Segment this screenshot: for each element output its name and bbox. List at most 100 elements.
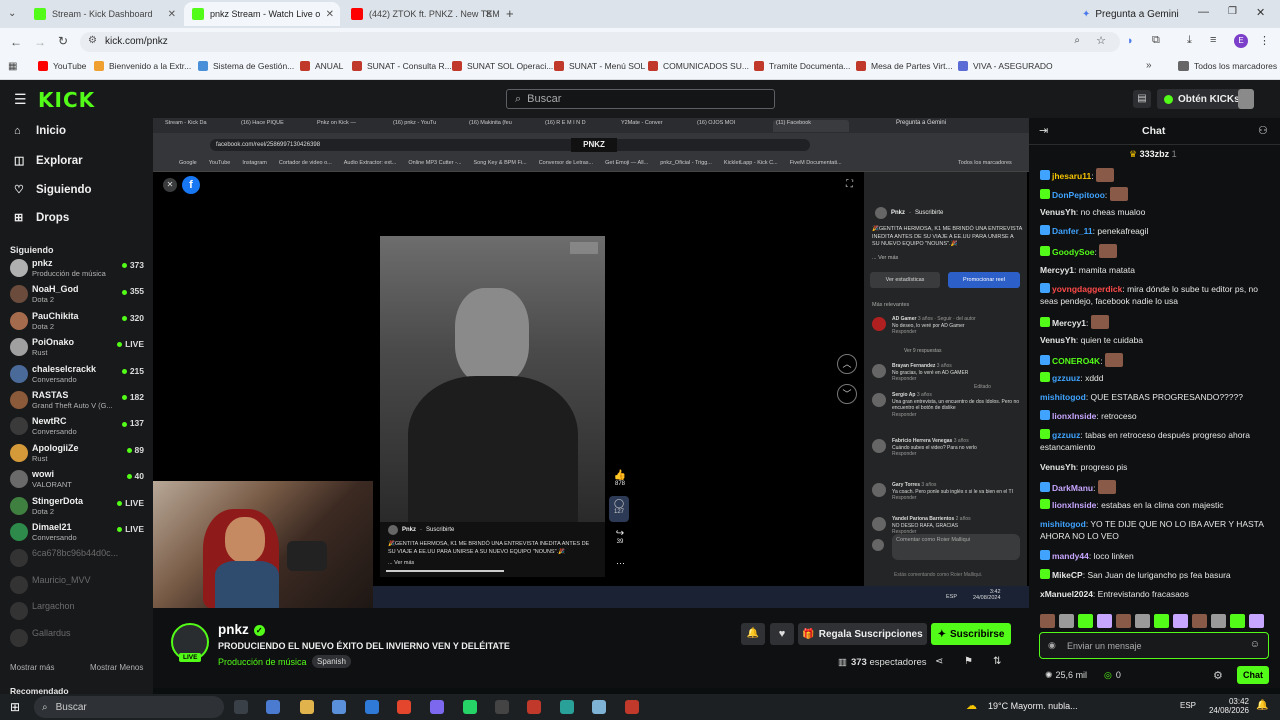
tab-search-icon[interactable]: ⌄ bbox=[8, 8, 16, 19]
following-item[interactable]: RASTAS Grand Theft Auto V (G... 182 bbox=[8, 388, 148, 413]
follow-heart-icon[interactable]: ♥ bbox=[770, 623, 794, 645]
chrome-icon[interactable] bbox=[397, 700, 411, 714]
discord-icon[interactable] bbox=[430, 700, 444, 714]
video-player[interactable]: Stream - Kick Da (16) Hace PIQUE Pnkz on K… bbox=[153, 118, 1029, 608]
chat-username[interactable]: DarkManu bbox=[1052, 483, 1093, 493]
stream-category-link[interactable]: Producción de música bbox=[218, 657, 307, 667]
mail-icon[interactable] bbox=[365, 700, 379, 714]
gift-subs-button[interactable]: 🎁 Regala Suscripciones bbox=[798, 623, 927, 645]
forward-icon[interactable]: → bbox=[34, 35, 46, 49]
kicks-balance[interactable]: ✺ 25,6 mil bbox=[1045, 670, 1087, 681]
following-item[interactable]: PoiOnako Rust LIVE bbox=[8, 335, 148, 360]
app-icon[interactable] bbox=[560, 700, 574, 714]
chat-username[interactable]: MikeCP bbox=[1052, 570, 1083, 580]
whatsapp-icon[interactable] bbox=[463, 700, 477, 714]
library-icon[interactable]: ▤ bbox=[1133, 90, 1151, 108]
download-icon[interactable]: ⤓ bbox=[1187, 34, 1192, 47]
show-more-link[interactable]: Mostrar más bbox=[10, 663, 54, 672]
windows-start-icon[interactable]: ⊞ bbox=[10, 700, 20, 714]
following-item[interactable]: NoaH_God Dota 2 355 bbox=[8, 282, 148, 307]
clock[interactable]: 03:42 24/08/2026 bbox=[1203, 697, 1249, 715]
bookmark-star-icon[interactable]: ☆ bbox=[1096, 34, 1106, 47]
channel-name[interactable]: pnkz ✓ bbox=[218, 622, 265, 637]
apps-grid-icon[interactable]: ▦ bbox=[8, 61, 17, 72]
media-icon[interactable]: ≡ bbox=[1210, 34, 1216, 46]
collapse-chat-icon[interactable]: ⇥ bbox=[1039, 124, 1048, 137]
bookmark-item[interactable]: VIVA - ASEGURADO bbox=[958, 61, 1053, 71]
chat-username[interactable]: mishitogod bbox=[1040, 519, 1086, 529]
reload-icon[interactable]: ↻ bbox=[58, 34, 68, 48]
language-tag[interactable]: Spanish bbox=[312, 655, 351, 668]
show-less-link[interactable]: Mostrar Menos bbox=[90, 663, 143, 672]
chat-username[interactable]: CONERO4K bbox=[1052, 356, 1100, 366]
obs-icon[interactable] bbox=[495, 700, 509, 714]
chat-username[interactable]: jhesaru11 bbox=[1052, 171, 1091, 181]
chat-username[interactable]: lionxInside bbox=[1052, 500, 1096, 510]
hamburger-menu-icon[interactable]: ☰ bbox=[14, 91, 27, 108]
url-field[interactable]: ⚙ kick.com/pnkz ⌕ ☆ bbox=[80, 32, 1120, 52]
audio-icon[interactable]: ◗ bbox=[1127, 35, 1134, 47]
profile-avatar[interactable]: E bbox=[1234, 34, 1248, 48]
following-item[interactable]: wowi VALORANT 40 bbox=[8, 467, 148, 492]
search-input[interactable]: ⌕ Buscar bbox=[506, 89, 775, 109]
chat-username[interactable]: Danfer_11 bbox=[1052, 226, 1093, 236]
bookmark-item[interactable]: Mesa de Partes Virt... bbox=[856, 61, 953, 71]
nav-explore[interactable]: ◫ Explorar bbox=[14, 154, 83, 168]
back-icon[interactable]: ← bbox=[10, 35, 22, 49]
gemini-button[interactable]: ✦ Pregunta a Gemini bbox=[1076, 5, 1185, 23]
bookmark-item[interactable]: Bienvenido a la Extr... bbox=[94, 61, 191, 71]
chat-username[interactable]: VenusYh bbox=[1040, 335, 1076, 345]
bookmark-item[interactable]: Sistema de Gestión... bbox=[198, 61, 294, 71]
tab-youtube[interactable]: (442) ZTOK ft. PNKZ . New TEM ✕ bbox=[343, 2, 499, 26]
channel-points[interactable]: ◎ 0 bbox=[1104, 670, 1121, 681]
app-icon[interactable] bbox=[625, 700, 639, 714]
taskbar-search[interactable]: ⌕ Buscar bbox=[34, 696, 224, 718]
following-item[interactable]: ApologiiZe Rust 89 bbox=[8, 441, 148, 466]
chat-username[interactable]: mishitogod bbox=[1040, 392, 1086, 402]
following-item[interactable]: Gallardus bbox=[8, 626, 148, 651]
file-explorer-icon[interactable] bbox=[300, 700, 314, 714]
weather-widget[interactable]: 19°C Mayorm. nubla... bbox=[988, 701, 1078, 711]
following-item[interactable]: chaleselcrackk Conversando 215 bbox=[8, 362, 148, 387]
send-chat-button[interactable]: Chat bbox=[1237, 666, 1269, 684]
notifications-icon[interactable]: 🔔 bbox=[1256, 700, 1268, 711]
more-bookmarks-icon[interactable]: » bbox=[1146, 60, 1152, 71]
site-info-icon[interactable]: ⚙ bbox=[88, 35, 97, 46]
following-item[interactable]: PauChikita Dota 2 320 bbox=[8, 309, 148, 334]
chat-username[interactable]: Mercyy1 bbox=[1052, 318, 1086, 328]
chat-username[interactable]: lionxInside bbox=[1052, 411, 1096, 421]
chat-username[interactable]: GoodySoe bbox=[1052, 247, 1095, 257]
store-icon[interactable] bbox=[332, 700, 346, 714]
minimize-icon[interactable]: — bbox=[1198, 6, 1209, 18]
restore-icon[interactable]: ❐ bbox=[1228, 6, 1237, 17]
kick-logo[interactable]: KICK bbox=[38, 88, 95, 112]
copilot-icon[interactable] bbox=[266, 700, 280, 714]
zoom-icon[interactable]: ⌕ bbox=[1074, 35, 1080, 46]
chat-username[interactable]: VenusYh bbox=[1040, 207, 1076, 217]
bookmark-item[interactable]: COMUNICADOS SU... bbox=[648, 61, 749, 71]
extensions-icon[interactable]: ⧉ bbox=[1152, 34, 1160, 47]
pinned-gifter[interactable]: ♛ 333zbz 1 bbox=[1129, 149, 1177, 160]
chat-username[interactable]: yovngdaggerdick bbox=[1052, 284, 1122, 294]
nav-drops[interactable]: ⊞ Drops bbox=[14, 211, 69, 225]
settings-sliders-icon[interactable]: ⇅ bbox=[993, 656, 1001, 667]
following-item[interactable]: Largachon bbox=[8, 599, 148, 624]
chat-username[interactable]: Mercyy1 bbox=[1040, 265, 1074, 275]
user-avatar[interactable] bbox=[1238, 89, 1254, 109]
bookmark-item[interactable]: SUNAT - Menú SOL bbox=[554, 61, 645, 71]
bookmark-item[interactable]: SUNAT SOL Operaci... bbox=[452, 61, 553, 71]
nav-following[interactable]: ♡ Siguiendo bbox=[14, 183, 92, 197]
chat-username[interactable]: DonPepitooo bbox=[1052, 190, 1105, 200]
bookmark-item[interactable]: ANUAL bbox=[300, 61, 343, 71]
chat-username[interactable]: VenusYh bbox=[1040, 462, 1076, 472]
new-tab-icon[interactable]: + bbox=[506, 6, 514, 21]
chat-username[interactable]: gzzuuz bbox=[1052, 373, 1080, 383]
app-icon[interactable] bbox=[527, 700, 541, 714]
bookmark-item[interactable]: SUNAT - Consulta R... bbox=[352, 61, 452, 71]
report-icon[interactable]: ⚑ bbox=[964, 656, 973, 667]
bookmark-item[interactable]: Tramite Documenta... bbox=[754, 61, 850, 71]
chat-username[interactable]: gzzuuz bbox=[1052, 430, 1080, 440]
subscribe-button[interactable]: ✦ Suscribirse bbox=[931, 623, 1011, 645]
get-kicks-button[interactable]: Obtén KICKs bbox=[1157, 89, 1247, 109]
keyboard-language[interactable]: ESP bbox=[1180, 701, 1196, 710]
